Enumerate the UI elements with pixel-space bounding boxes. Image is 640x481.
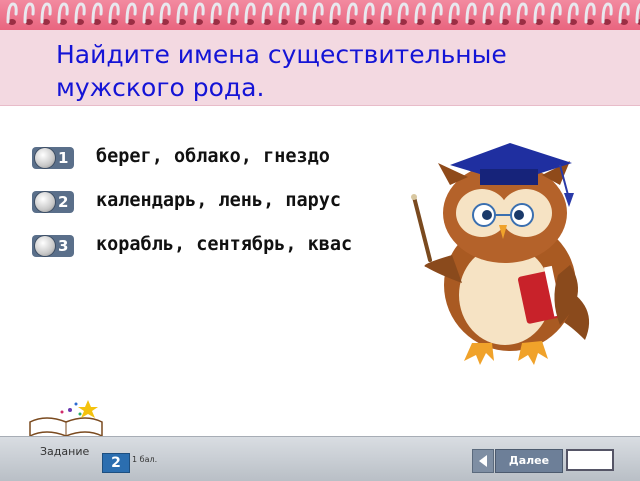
option-text: берег, облако, гнездо xyxy=(96,146,330,167)
footer-bar: Задание 2 1 бал. Далее xyxy=(0,436,640,481)
spiral-ring xyxy=(125,2,137,25)
task-number: 2 xyxy=(102,453,130,473)
spiral-ring xyxy=(74,2,86,25)
spiral-ring xyxy=(499,2,511,25)
radio-button-2[interactable]: 2 xyxy=(32,191,74,213)
spiral-ring xyxy=(584,2,596,25)
radio-circle-icon xyxy=(35,148,55,168)
spiral-ring xyxy=(465,2,477,25)
radio-circle-icon xyxy=(35,236,55,256)
spiral-ring xyxy=(193,2,205,25)
spiral-binding-icon xyxy=(6,2,640,25)
back-button[interactable] xyxy=(472,449,494,473)
radio-circle-icon xyxy=(35,192,55,212)
spiral-ring xyxy=(431,2,443,25)
spiral-ring xyxy=(261,2,273,25)
option-2[interactable]: 2 календарь, лень, парус xyxy=(0,188,430,218)
spiral-ring xyxy=(23,2,35,25)
triangle-left-icon xyxy=(479,455,487,467)
spiral-ring xyxy=(295,2,307,25)
points-label: 1 бал. xyxy=(132,455,158,464)
spiral-ring xyxy=(159,2,171,25)
spiral-ring xyxy=(142,2,154,25)
spiral-ring xyxy=(533,2,545,25)
option-number: 3 xyxy=(58,237,69,255)
answer-indicator-box xyxy=(566,449,614,471)
option-number: 2 xyxy=(58,193,69,211)
option-text: календарь, лень, парус xyxy=(96,190,342,211)
spiral-ring xyxy=(210,2,222,25)
spiral-ring xyxy=(397,2,409,25)
spiral-ring xyxy=(516,2,528,25)
spiral-ring xyxy=(329,2,341,25)
radio-button-3[interactable]: 3 xyxy=(32,235,74,257)
spiral-ring xyxy=(618,2,630,25)
spiral-ring xyxy=(567,2,579,25)
spiral-ring xyxy=(380,2,392,25)
spiral-ring xyxy=(40,2,52,25)
spiral-ring xyxy=(601,2,613,25)
radio-button-1[interactable]: 1 xyxy=(32,147,74,169)
spiral-ring xyxy=(91,2,103,25)
spiral-ring xyxy=(6,2,18,25)
question-title: Найдите имена существительные мужского р… xyxy=(56,40,507,102)
spiral-ring xyxy=(346,2,358,25)
task-label: Задание xyxy=(40,445,90,458)
spiral-ring xyxy=(482,2,494,25)
spiral-ring xyxy=(363,2,375,25)
option-number: 1 xyxy=(58,149,69,167)
spiral-ring xyxy=(278,2,290,25)
spiral-ring xyxy=(312,2,324,25)
open-book-stars-icon xyxy=(29,400,103,438)
spiral-ring xyxy=(108,2,120,25)
spiral-ring xyxy=(448,2,460,25)
spiral-ring xyxy=(176,2,188,25)
option-3[interactable]: 3 корабль, сентябрь, квас xyxy=(0,232,430,262)
next-button[interactable]: Далее xyxy=(495,449,563,473)
spiral-ring xyxy=(227,2,239,25)
spiral-ring xyxy=(57,2,69,25)
option-1[interactable]: 1 берег, облако, гнездо xyxy=(0,144,430,174)
spiral-ring xyxy=(414,2,426,25)
spiral-ring xyxy=(550,2,562,25)
owl-teacher-illustration xyxy=(411,143,590,365)
spiral-ring xyxy=(244,2,256,25)
option-text: корабль, сентябрь, квас xyxy=(96,234,353,255)
